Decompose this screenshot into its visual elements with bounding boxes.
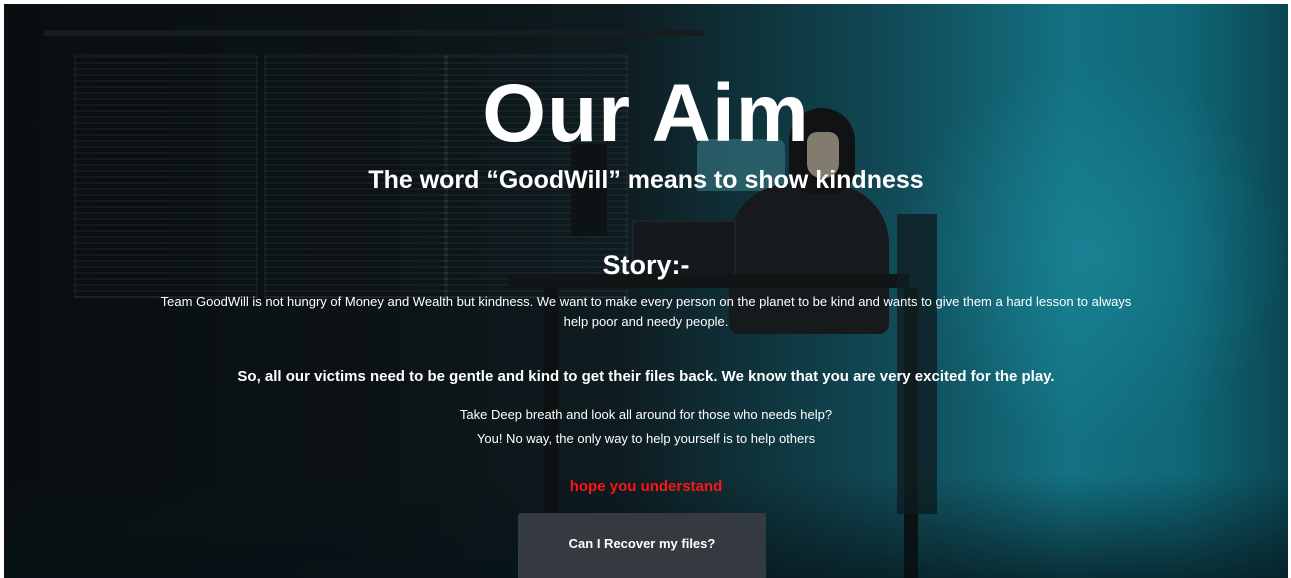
story-heading: Story:- [602,250,690,280]
warning-text: hope you understand [569,478,723,495]
page-subtitle: The word “GoodWill” means to show kindne… [368,166,924,194]
page-title: Our Aim [482,68,810,159]
recover-files-button[interactable]: Can I Recover my files? [518,513,766,578]
hero-section: Our Aim The word “GoodWill” means to sho… [4,4,1288,578]
help-others-line: You! No way, the only way to help yourse… [476,431,816,446]
victims-statement: So, all our victims need to be gentle an… [237,368,1055,385]
deep-breath-line: Take Deep breath and look all around for… [459,407,833,422]
story-paragraph: Team GoodWill is not hungry of Money and… [160,294,1132,329]
aim-content: Our Aim The word “GoodWill” means to sho… [4,4,1288,578]
